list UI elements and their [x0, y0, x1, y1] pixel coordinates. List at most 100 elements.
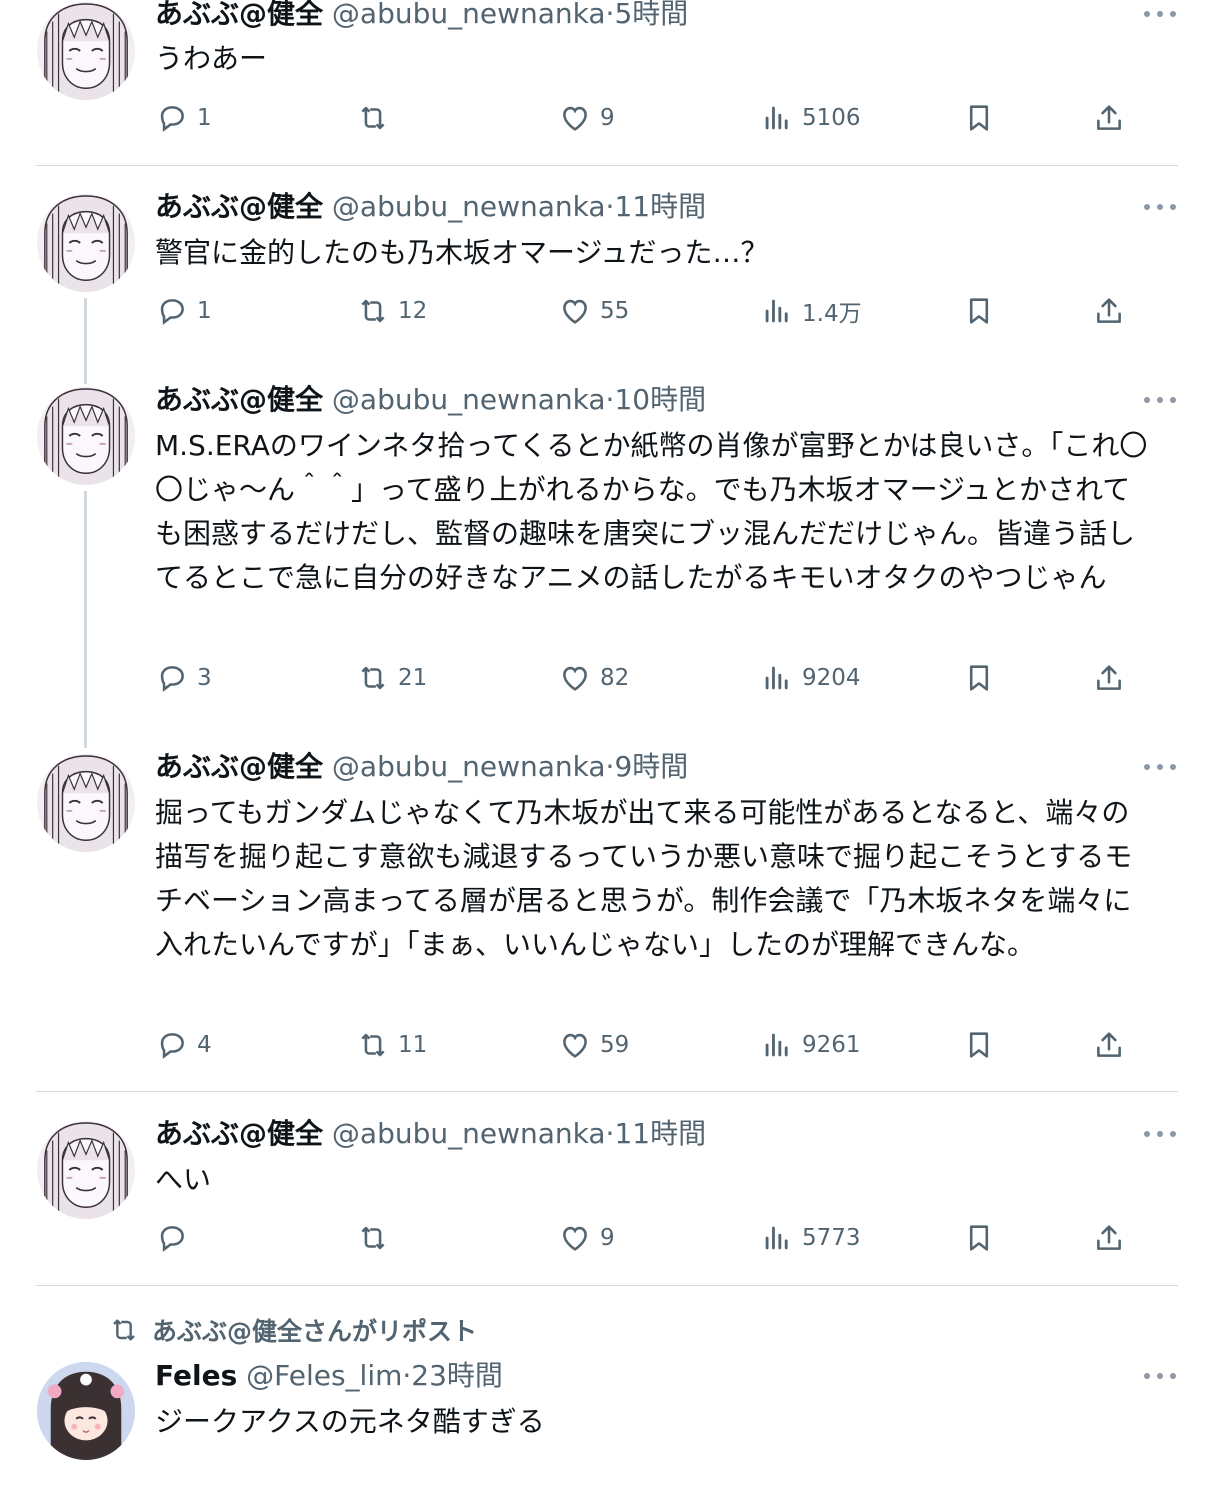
- timestamp[interactable]: 9時間: [614, 750, 688, 783]
- display-name[interactable]: あぶぶ@健全: [155, 383, 323, 416]
- tweet-divider: [36, 1091, 1178, 1092]
- tweet[interactable]: あぶぶ@健全 @abubu_newnanka·9時間 掘ってもガンダムじゃなくて…: [0, 745, 1222, 1090]
- tweet-header: あぶぶ@健全 @abubu_newnanka·10時間: [155, 380, 706, 420]
- like-button[interactable]: 9: [558, 1218, 615, 1258]
- tweet[interactable]: Feles @Feles_lim·23時間 ジークアクスの元ネタ酷すぎる: [0, 1352, 1222, 1488]
- display-name[interactable]: あぶぶ@健全: [155, 750, 323, 783]
- share-button[interactable]: [1092, 1025, 1126, 1065]
- tweet-text: へい: [155, 1163, 212, 1196]
- view-count: 1.4万: [802, 301, 862, 327]
- like-button[interactable]: 9: [558, 98, 615, 138]
- repost-button[interactable]: 11: [356, 1025, 427, 1065]
- share-icon: [1092, 101, 1126, 135]
- timestamp[interactable]: 5時間: [614, 0, 688, 30]
- avatar[interactable]: [37, 754, 135, 852]
- repost-button[interactable]: 21: [356, 658, 427, 698]
- reply-button[interactable]: [155, 1218, 197, 1258]
- user-handle[interactable]: @Feles_lim: [246, 1359, 402, 1392]
- reply-button[interactable]: 1: [155, 98, 212, 138]
- like-button[interactable]: 82: [558, 658, 629, 698]
- avatar[interactable]: [37, 387, 135, 485]
- tweet-text: うわあー: [155, 42, 268, 75]
- timestamp[interactable]: 11時間: [614, 1117, 706, 1150]
- share-button[interactable]: [1092, 98, 1126, 138]
- tweet[interactable]: あぶぶ@健全 @abubu_newnanka·5時間 うわあー 1 9 5106: [0, 0, 1222, 165]
- tweet[interactable]: あぶぶ@健全 @abubu_newnanka·11時間 へい 9 5773: [0, 1112, 1222, 1284]
- repost-indicator[interactable]: あぶぶ@健全さんがリポスト: [108, 1312, 477, 1348]
- more-icon[interactable]: [1144, 1364, 1176, 1388]
- user-handle[interactable]: @abubu_newnanka: [332, 1117, 606, 1150]
- bookmark-button[interactable]: [962, 658, 996, 698]
- like-count: 9: [600, 1225, 615, 1251]
- user-handle[interactable]: @abubu_newnanka: [332, 190, 606, 223]
- tweet-header: あぶぶ@健全 @abubu_newnanka·11時間: [155, 1114, 706, 1154]
- avatar[interactable]: [37, 2, 135, 100]
- display-name[interactable]: あぶぶ@健全: [155, 0, 323, 30]
- avatar[interactable]: [37, 1121, 135, 1219]
- repost-count: 12: [398, 298, 428, 324]
- like-button[interactable]: 59: [558, 1025, 629, 1065]
- timestamp[interactable]: 10時間: [614, 383, 706, 416]
- share-icon: [1092, 661, 1126, 695]
- reply-count: 1: [197, 298, 212, 324]
- share-button[interactable]: [1092, 658, 1126, 698]
- like-button[interactable]: 55: [558, 291, 629, 331]
- more-icon[interactable]: [1144, 388, 1176, 412]
- views-button[interactable]: 5106: [760, 98, 861, 138]
- display-name[interactable]: Feles: [155, 1359, 237, 1392]
- repost-button[interactable]: 12: [356, 291, 427, 331]
- tweet-divider: [36, 165, 1178, 166]
- view-count: 5773: [802, 1225, 861, 1251]
- tweet-text: 警官に金的したのも乃木坂オマージュだった…？: [155, 236, 769, 269]
- reply-icon: [155, 1028, 189, 1062]
- repost-button[interactable]: [356, 1218, 398, 1258]
- repost-button[interactable]: [356, 98, 398, 138]
- views-button[interactable]: 9261: [760, 1025, 861, 1065]
- share-button[interactable]: [1092, 1218, 1126, 1258]
- views-button[interactable]: 9204: [760, 658, 861, 698]
- avatar[interactable]: [37, 1362, 135, 1460]
- like-count: 9: [600, 105, 615, 131]
- tweet[interactable]: あぶぶ@健全 @abubu_newnanka·10時間 M.S.ERAのワインネ…: [0, 378, 1222, 720]
- more-icon[interactable]: [1144, 2, 1176, 26]
- avatar[interactable]: [37, 194, 135, 292]
- like-count: 82: [600, 665, 630, 691]
- views-button[interactable]: 5773: [760, 1218, 861, 1258]
- bookmark-icon: [962, 294, 996, 328]
- bookmark-button[interactable]: [962, 1025, 996, 1065]
- more-icon[interactable]: [1144, 755, 1176, 779]
- repost-icon: [356, 1028, 390, 1062]
- more-icon[interactable]: [1144, 195, 1176, 219]
- views-button[interactable]: 1.4万: [760, 291, 862, 331]
- tweet-header: あぶぶ@健全 @abubu_newnanka·9時間: [155, 747, 688, 787]
- bookmark-button[interactable]: [962, 98, 996, 138]
- user-handle[interactable]: @abubu_newnanka: [332, 750, 606, 783]
- timestamp[interactable]: 11時間: [614, 190, 706, 223]
- reply-button[interactable]: 3: [155, 658, 212, 698]
- bookmark-icon: [962, 1221, 996, 1255]
- more-icon[interactable]: [1144, 1122, 1176, 1146]
- tweet-divider: [36, 1285, 1178, 1286]
- user-handle[interactable]: @abubu_newnanka: [332, 0, 606, 30]
- tweet-text: ジークアクスの元ネタ酷すぎる: [155, 1405, 545, 1438]
- tweet-text: M.S.ERAのワインネタ拾ってくるとか紙幣の肖像が富野とかは良いさ。「これ〇〇…: [155, 429, 1148, 594]
- view-count: 9204: [802, 665, 861, 691]
- display-name[interactable]: あぶぶ@健全: [155, 190, 323, 223]
- user-handle[interactable]: @abubu_newnanka: [332, 383, 606, 416]
- view-count: 9261: [802, 1032, 861, 1058]
- bookmark-button[interactable]: [962, 1218, 996, 1258]
- bookmark-button[interactable]: [962, 291, 996, 331]
- reply-icon: [155, 661, 189, 695]
- repost-icon: [356, 1221, 390, 1255]
- display-name[interactable]: あぶぶ@健全: [155, 1117, 323, 1150]
- repost-count: 21: [398, 665, 428, 691]
- like-icon: [558, 101, 592, 135]
- share-button[interactable]: [1092, 291, 1126, 331]
- like-count: 59: [600, 1032, 630, 1058]
- separator-dot: ·: [402, 1359, 412, 1392]
- tweet[interactable]: あぶぶ@健全 @abubu_newnanka·11時間 警官に金的したのも乃木坂…: [0, 185, 1222, 355]
- reply-button[interactable]: 4: [155, 1025, 212, 1065]
- reply-button[interactable]: 1: [155, 291, 212, 331]
- bookmark-icon: [962, 101, 996, 135]
- timestamp[interactable]: 23時間: [411, 1359, 503, 1392]
